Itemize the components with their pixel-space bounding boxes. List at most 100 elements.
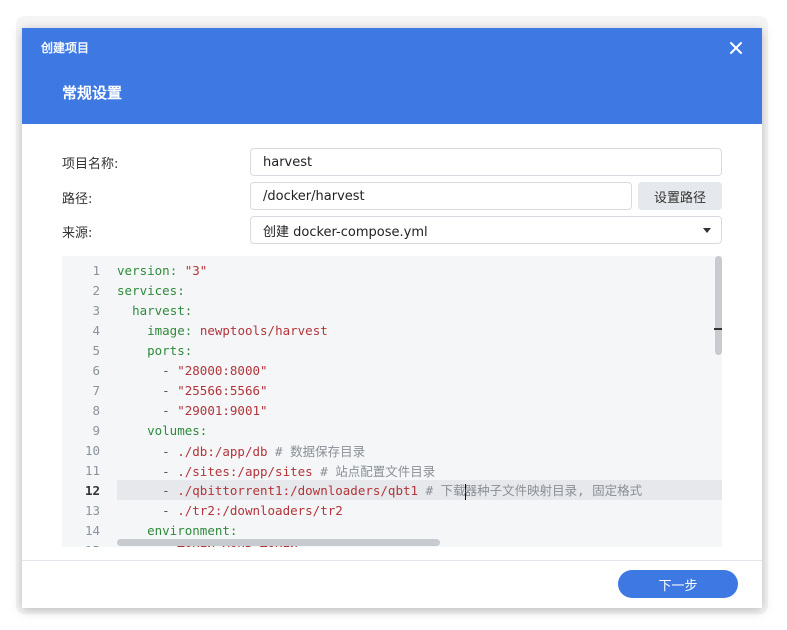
code-line[interactable]: 6 - "28000:8000": [62, 360, 722, 380]
yaml-value: ./tr2:/downloaders/tr2: [177, 502, 343, 518]
yaml-value: "25566:5566": [177, 382, 268, 398]
project-name-input[interactable]: harvest: [250, 148, 722, 176]
line-number: 8: [92, 402, 100, 418]
code-text: - ./tr2:/downloaders/tr2: [117, 503, 343, 518]
yaml-key: ports: [147, 342, 185, 358]
yaml-value: ./qbittorrent1:/downloaders/qbt1: [177, 483, 419, 499]
code-text: harvest:: [117, 303, 192, 318]
overview-ruler-mark: [714, 328, 722, 330]
yaml-punct: :: [184, 302, 193, 318]
line-number: 2: [92, 282, 100, 298]
code-line[interactable]: 5 ports:: [62, 340, 722, 360]
line-number: 5: [92, 342, 100, 358]
code-text: - "25566:5566": [117, 382, 268, 398]
code-line[interactable]: 10 - ./db:/app/db # 数据保存目录: [62, 440, 722, 460]
line-number: 6: [92, 362, 100, 378]
source-select[interactable]: 创建 docker-compose.yml: [250, 216, 722, 244]
project-name-label: 项目名称:: [62, 157, 119, 172]
yaml-value: ./db:/app/db: [177, 443, 268, 459]
code-text: - ./qbittorrent1:/downloaders/qbt1 # 下载器…: [117, 480, 642, 500]
code-line[interactable]: 9 volumes:: [62, 420, 722, 440]
yaml-key: version: [117, 262, 170, 278]
code-text: image: newptools/harvest: [117, 323, 328, 338]
yaml-comment: # 站点配置文件目录: [312, 463, 436, 479]
dialog-header: 创建项目 常规设置: [22, 28, 762, 124]
line-number: 12: [84, 482, 100, 498]
caret-down-icon: [703, 228, 711, 233]
path-input[interactable]: /docker/harvest: [250, 182, 632, 210]
yaml-punct: -: [162, 402, 178, 418]
code-line[interactable]: 12 - ./qbittorrent1:/downloaders/qbt1 # …: [85, 480, 722, 500]
create-project-dialog: 创建项目 常规设置 项目名称: harvest 路径: /docker/harv…: [22, 28, 762, 608]
line-number: 3: [92, 302, 100, 318]
line-number: 14: [84, 522, 100, 538]
yaml-value: "29001:9001": [177, 402, 268, 418]
project-name-value: harvest: [263, 154, 313, 170]
code-line[interactable]: 4 image: newptools/harvest: [62, 320, 722, 340]
footer-divider: [22, 560, 762, 561]
section-title: 常规设置: [62, 84, 123, 102]
yaml-punct: -: [162, 443, 178, 459]
yaml-punct: :: [169, 262, 185, 278]
yaml-key: volumes: [147, 422, 200, 438]
line-number: 1: [92, 262, 100, 278]
yaml-key: image: [147, 322, 185, 338]
code-text: volumes:: [117, 423, 207, 438]
code-line[interactable]: 7 - "25566:5566": [62, 380, 722, 400]
yaml-key: services: [117, 282, 178, 298]
yaml-punct: :: [177, 282, 185, 298]
line-number: 11: [84, 462, 100, 478]
line-number: 10: [84, 442, 100, 458]
yaml-key: environment: [147, 522, 230, 538]
dialog-title: 创建项目: [41, 41, 90, 55]
line-number: 7: [92, 382, 100, 398]
yaml-value: ./sites:/app/sites: [177, 463, 313, 479]
line-number: 15: [62, 543, 100, 548]
yaml-comment: # 数据保存目录: [267, 443, 366, 459]
code-text: - ./sites:/app/sites # 站点配置文件目录: [117, 461, 435, 480]
yaml-value: "3": [184, 262, 208, 278]
code-line[interactable]: 8 - "29001:9001": [62, 400, 722, 420]
code-line[interactable]: 2 services:: [62, 280, 722, 300]
code-text: services:: [117, 283, 185, 298]
yaml-value: newptools/harvest: [199, 322, 328, 338]
yaml-punct: :: [199, 422, 208, 438]
code-text: environment:: [117, 523, 237, 538]
set-path-button[interactable]: 设置路径: [638, 182, 722, 210]
horizontal-scrollbar[interactable]: [117, 539, 440, 546]
text-cursor: [464, 483, 466, 500]
code-line[interactable]: 3 harvest:: [62, 300, 722, 320]
yaml-punct: -: [162, 483, 178, 499]
path-value: /docker/harvest: [263, 188, 365, 204]
close-button[interactable]: [724, 36, 748, 60]
compose-code-editor[interactable]: 15 - TOKEN=YOUR_TOKEN14 environment:13 -…: [62, 256, 722, 547]
code-line[interactable]: 1 version: "3": [62, 260, 722, 280]
line-number: 4: [92, 322, 100, 338]
code-text: - "28000:8000": [117, 362, 268, 378]
code-line[interactable]: 14 environment:: [62, 520, 722, 540]
yaml-punct: -: [162, 362, 178, 378]
code-text: - ./db:/app/db # 数据保存目录: [117, 441, 365, 460]
yaml-punct: -: [162, 382, 178, 398]
yaml-comment: # 下载器种子文件映射目录, 固定格式: [418, 483, 643, 500]
yaml-punct: :: [229, 522, 238, 538]
yaml-punct: :: [184, 322, 200, 338]
vertical-scrollbar[interactable]: [715, 256, 722, 355]
yaml-key: harvest: [132, 302, 185, 318]
yaml-value: "28000:8000": [177, 362, 268, 378]
code-line[interactable]: 11 - ./sites:/app/sites # 站点配置文件目录: [62, 460, 722, 480]
code-line[interactable]: 13 - ./tr2:/downloaders/tr2: [62, 500, 722, 520]
path-label: 路径:: [62, 192, 93, 207]
next-button[interactable]: 下一步: [618, 570, 738, 598]
